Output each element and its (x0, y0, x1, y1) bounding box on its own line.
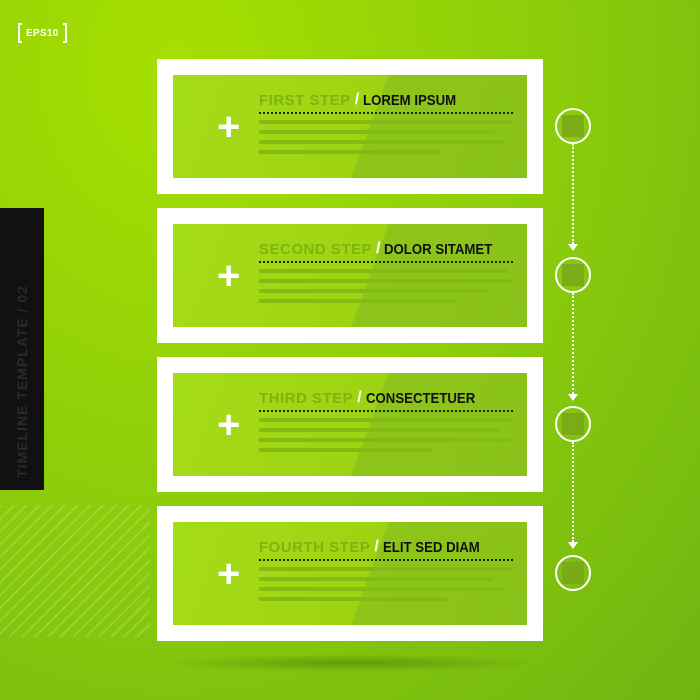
drop-shadow (160, 654, 540, 672)
plus-icon[interactable]: + (217, 554, 240, 594)
step-panel-3: + THIRD STEP / CONSECTETUER (173, 373, 527, 476)
step-title-3: CONSECTETUER (365, 390, 475, 407)
plus-icon[interactable]: + (217, 405, 240, 445)
dotted-divider (259, 112, 513, 114)
step-heading-3: THIRD STEP / CONSECTETUER (259, 383, 513, 407)
hatched-pattern (0, 505, 150, 637)
node-icon (562, 264, 584, 286)
arrow-down-icon (568, 244, 578, 251)
step-panel-1: + FIRST STEP / LOREM IPSUM (173, 75, 527, 178)
dotted-divider (259, 261, 513, 263)
step-panel-2: + SECOND STEP / DOLOR SITAMET (173, 224, 527, 327)
step-title-1: LOREM IPSUM (363, 92, 457, 109)
step-heading-1: FIRST STEP / LOREM IPSUM (259, 85, 513, 109)
node-icon (562, 562, 584, 584)
step-label-2: SECOND STEP (259, 241, 373, 258)
timeline-node-1[interactable] (555, 108, 591, 144)
node-icon (562, 115, 584, 137)
step-title-4: ELIT SED DIAM (382, 539, 480, 556)
placeholder-text-block (259, 269, 513, 309)
timeline-node-4[interactable] (555, 555, 591, 591)
placeholder-text-block (259, 418, 513, 458)
step-separator-2: / (376, 240, 381, 257)
placeholder-text-block (259, 120, 513, 160)
plus-icon[interactable]: + (217, 256, 240, 296)
step-separator-3: / (357, 389, 362, 406)
side-black-block: TIMELINE TEMPLATE / 02 (0, 208, 44, 490)
arrow-down-icon (568, 394, 578, 401)
badge-bracket-left (18, 23, 22, 43)
step-label-3: THIRD STEP (259, 390, 354, 407)
timeline-connector (572, 144, 574, 244)
timeline-node-2[interactable] (555, 257, 591, 293)
dotted-divider (259, 559, 513, 561)
step-heading-2: SECOND STEP / DOLOR SITAMET (259, 234, 513, 258)
eps-badge: EPS10 (18, 22, 67, 44)
arrow-down-icon (568, 542, 578, 549)
side-vertical-text: TIMELINE TEMPLATE / 02 (14, 285, 30, 478)
step-label-1: FIRST STEP (259, 92, 351, 109)
badge-bracket-right (62, 23, 67, 43)
step-separator-4: / (374, 538, 379, 555)
placeholder-text-block (259, 567, 513, 607)
plus-icon[interactable]: + (217, 107, 240, 147)
step-title-2: DOLOR SITAMET (384, 241, 493, 258)
step-card-1: + FIRST STEP / LOREM IPSUM (157, 59, 543, 194)
step-card-4: + FOURTH STEP / ELIT SED DIAM (157, 506, 543, 641)
eps-label: EPS10 (26, 27, 59, 39)
node-icon (562, 413, 584, 435)
timeline-node-3[interactable] (555, 406, 591, 442)
timeline-connector (572, 293, 574, 394)
step-separator-1: / (354, 91, 360, 108)
step-heading-4: FOURTH STEP / ELIT SED DIAM (259, 532, 513, 556)
step-label-4: FOURTH STEP (259, 539, 371, 556)
step-card-3: + THIRD STEP / CONSECTETUER (157, 357, 543, 492)
dotted-divider (259, 410, 513, 412)
step-panel-4: + FOURTH STEP / ELIT SED DIAM (173, 522, 527, 625)
timeline-connector (572, 442, 574, 542)
step-card-2: + SECOND STEP / DOLOR SITAMET (157, 208, 543, 343)
